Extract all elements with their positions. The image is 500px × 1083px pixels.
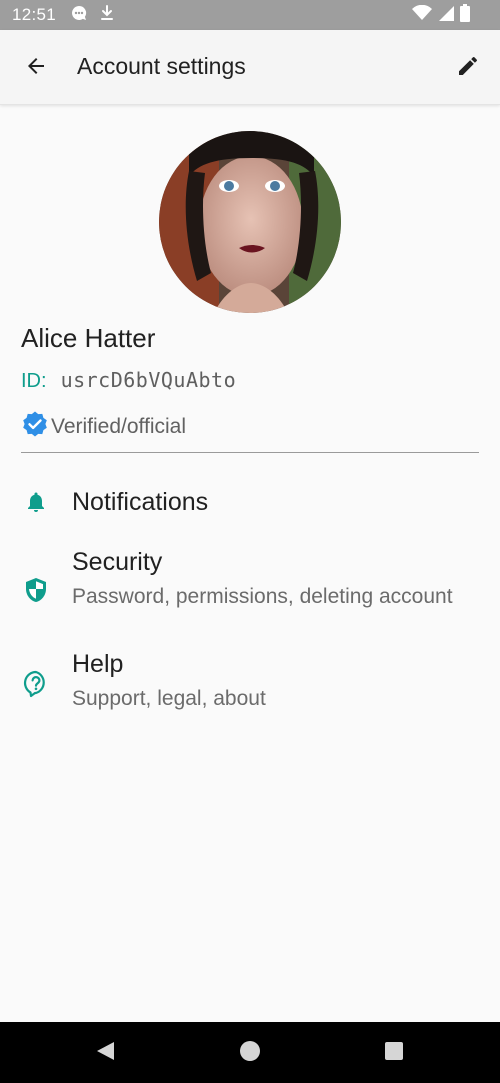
profile-photo: [159, 131, 341, 313]
divider: [21, 452, 479, 453]
recents-square-icon: [383, 1040, 405, 1067]
download-icon: [100, 4, 114, 27]
system-nav-bar: [0, 1022, 500, 1083]
verified-label: Verified/official: [51, 414, 187, 438]
battery-icon: [460, 3, 470, 27]
menu-item-security[interactable]: Security Password, permissions, deleting…: [0, 540, 500, 640]
back-button[interactable]: [20, 52, 52, 84]
chat-bubble-icon: [70, 4, 88, 27]
arrow-back-icon: [24, 54, 48, 83]
nav-back-button[interactable]: [92, 1040, 118, 1066]
bell-icon: [22, 488, 50, 516]
nav-home-button[interactable]: [237, 1040, 263, 1066]
help-circle-icon: [22, 670, 50, 698]
menu-item-help[interactable]: Help Support, legal, about: [0, 645, 500, 717]
menu-item-subtitle: Support, legal, about: [72, 687, 266, 710]
verified-row: Verified/official: [21, 410, 186, 443]
app-bar: Account settings: [0, 30, 500, 105]
user-id-value[interactable]: usrcD6bVQuAbto: [61, 368, 237, 392]
menu-item-notifications[interactable]: Notifications: [0, 470, 500, 534]
status-right-icons: [412, 0, 470, 30]
shield-icon: [22, 576, 50, 604]
avatar[interactable]: [159, 131, 341, 313]
menu-item-title: Help: [72, 650, 124, 678]
home-circle-icon: [239, 1040, 261, 1067]
verified-badge-icon: [21, 410, 49, 443]
pencil-icon: [456, 54, 480, 83]
page-title: Account settings: [77, 53, 246, 79]
profile-name: Alice Hatter: [21, 323, 156, 353]
status-bar: 12:51: [0, 0, 500, 30]
back-triangle-icon: [94, 1040, 116, 1067]
status-time: 12:51: [12, 5, 57, 24]
edit-button[interactable]: [452, 52, 484, 84]
user-id-label: ID:: [21, 370, 47, 392]
menu-item-title: Security: [72, 548, 163, 576]
wifi-icon: [412, 4, 432, 26]
cell-signal-icon: [438, 5, 454, 26]
status-left-icons: [70, 4, 114, 27]
user-id-row: ID: usrcD6bVQuAbto: [21, 368, 236, 393]
nav-recents-button[interactable]: [381, 1040, 407, 1066]
menu-item-title: Notifications: [72, 488, 209, 516]
menu-item-subtitle: Password, permissions, deleting account: [72, 585, 453, 608]
